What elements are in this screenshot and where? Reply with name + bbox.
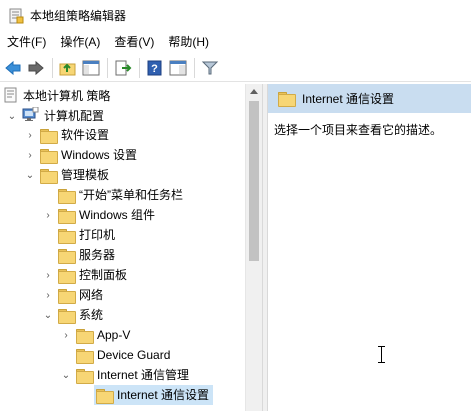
chevron-right-icon[interactable]: › (24, 145, 36, 165)
scroll-up-arrow-icon[interactable] (250, 89, 258, 94)
properties-pane-icon[interactable] (167, 57, 189, 79)
tree-label: App-V (97, 328, 131, 342)
tree-label: Internet 通信管理 (97, 368, 190, 382)
folder-icon (58, 228, 76, 244)
tree-scrollbar[interactable] (245, 84, 262, 411)
window-title: 本地组策略编辑器 (30, 9, 127, 23)
tree-label: Windows 设置 (61, 148, 138, 162)
filter-icon[interactable] (199, 57, 221, 79)
tree-label: Windows 组件 (79, 208, 156, 222)
tree-root[interactable]: 本地计算机 策略 (4, 86, 110, 106)
toolbar-separator (52, 57, 53, 78)
menu-help[interactable]: 帮助(H) (161, 31, 216, 53)
toolbar-separator (107, 57, 108, 78)
tree-label: 控制面板 (79, 268, 128, 282)
tree-item-system[interactable]: ⌄ 系统 (42, 305, 103, 325)
policy-editor-app-icon (8, 8, 24, 24)
tree-item-printers[interactable]: 打印机 (42, 225, 115, 245)
toolbar-separator (194, 57, 195, 78)
tree-item-server[interactable]: 服务器 (42, 245, 115, 265)
text-cursor-icon (378, 346, 386, 364)
folder-open-icon (40, 168, 58, 184)
chevron-right-icon[interactable]: › (60, 325, 72, 345)
folder-icon (58, 248, 76, 264)
chevron-down-icon[interactable]: ⌄ (6, 106, 18, 126)
tree-item-admin-templates[interactable]: ⌄ 管理模板 (24, 165, 109, 185)
details-header: Internet 通信设置 (268, 84, 471, 113)
tree-label: Device Guard (97, 348, 171, 362)
details-header-label: Internet 通信设置 (302, 91, 395, 106)
folder-icon (76, 328, 94, 344)
details-description: 选择一个项目来查看它的描述。 (274, 123, 443, 137)
back-arrow-icon[interactable] (2, 57, 24, 79)
chevron-right-icon[interactable]: › (24, 125, 36, 145)
chevron-right-icon[interactable]: › (42, 285, 54, 305)
chevron-down-icon[interactable]: ⌄ (42, 305, 54, 325)
svg-text:?: ? (151, 63, 158, 75)
tree-item-start-menu-taskbar[interactable]: “开始”菜单和任务栏 (42, 185, 183, 205)
folder-icon (58, 268, 76, 284)
tree-label: 系统 (79, 308, 104, 322)
show-hide-tree-icon[interactable] (80, 57, 102, 79)
folder-open-icon (76, 368, 94, 384)
tree-item-network[interactable]: › 网络 (42, 285, 103, 305)
details-pane: Internet 通信设置 选择一个项目来查看它的描述。 (268, 84, 471, 411)
tree-item-computer-config[interactable]: ⌄ 计算机配置 (6, 106, 104, 126)
tree-item-internet-comm-mgmt[interactable]: ⌄ Internet 通信管理 (60, 365, 189, 385)
up-folder-icon[interactable] (57, 57, 79, 79)
tree-item-device-guard[interactable]: Device Guard (60, 345, 170, 365)
export-list-icon[interactable] (112, 57, 134, 79)
tree-label: 服务器 (79, 248, 116, 262)
tree-root-label: 本地计算机 策略 (23, 89, 111, 103)
chevron-down-icon[interactable]: ⌄ (24, 165, 36, 185)
toolbar: ? (0, 54, 471, 82)
title-bar: 本地组策略编辑器 (0, 0, 471, 31)
help-icon[interactable]: ? (144, 57, 166, 79)
computer-icon (22, 106, 39, 125)
tree-label: 软件设置 (61, 128, 110, 142)
tree-item-internet-comm-settings[interactable]: Internet 通信设置 (94, 385, 214, 405)
tree-label: 计算机配置 (44, 109, 105, 123)
tree-label: 管理模板 (61, 168, 110, 182)
tree-item-windows-settings[interactable]: › Windows 设置 (24, 145, 137, 165)
scrollbar-thumb[interactable] (249, 101, 259, 261)
folder-icon (96, 388, 114, 404)
chevron-right-icon[interactable]: › (42, 205, 54, 225)
toolbar-separator (139, 57, 140, 78)
tree-item-windows-components[interactable]: › Windows 组件 (42, 205, 155, 225)
chevron-down-icon[interactable]: ⌄ (60, 365, 72, 385)
tree-label: “开始”菜单和任务栏 (79, 188, 183, 202)
folder-icon (278, 92, 296, 107)
tree-item-app-v[interactable]: › App-V (60, 325, 130, 345)
folder-open-icon (58, 308, 76, 324)
menu-file[interactable]: 文件(F) (0, 31, 53, 53)
folder-icon (58, 188, 76, 204)
menu-view[interactable]: 查看(V) (107, 31, 161, 53)
menu-action[interactable]: 操作(A) (53, 31, 107, 53)
tree-label: 打印机 (79, 228, 116, 242)
folder-icon (76, 348, 94, 364)
tree-item-control-panel[interactable]: › 控制面板 (42, 265, 127, 285)
tree-label: Internet 通信设置 (117, 388, 210, 402)
folder-icon (40, 128, 58, 144)
tree-pane: 本地计算机 策略 ⌄ 计算机配置 › 软件设置 › Windows 设置 ⌄ 管… (0, 84, 262, 411)
folder-icon (58, 208, 76, 224)
forward-arrow-icon[interactable] (25, 57, 47, 79)
folder-icon (40, 148, 58, 164)
policy-document-icon (4, 87, 18, 106)
tree-label: 网络 (79, 288, 104, 302)
chevron-right-icon[interactable]: › (42, 265, 54, 285)
menu-bar: 文件(F) 操作(A) 查看(V) 帮助(H) (0, 31, 471, 53)
tree-item-software-settings[interactable]: › 软件设置 (24, 125, 109, 145)
folder-icon (58, 288, 76, 304)
